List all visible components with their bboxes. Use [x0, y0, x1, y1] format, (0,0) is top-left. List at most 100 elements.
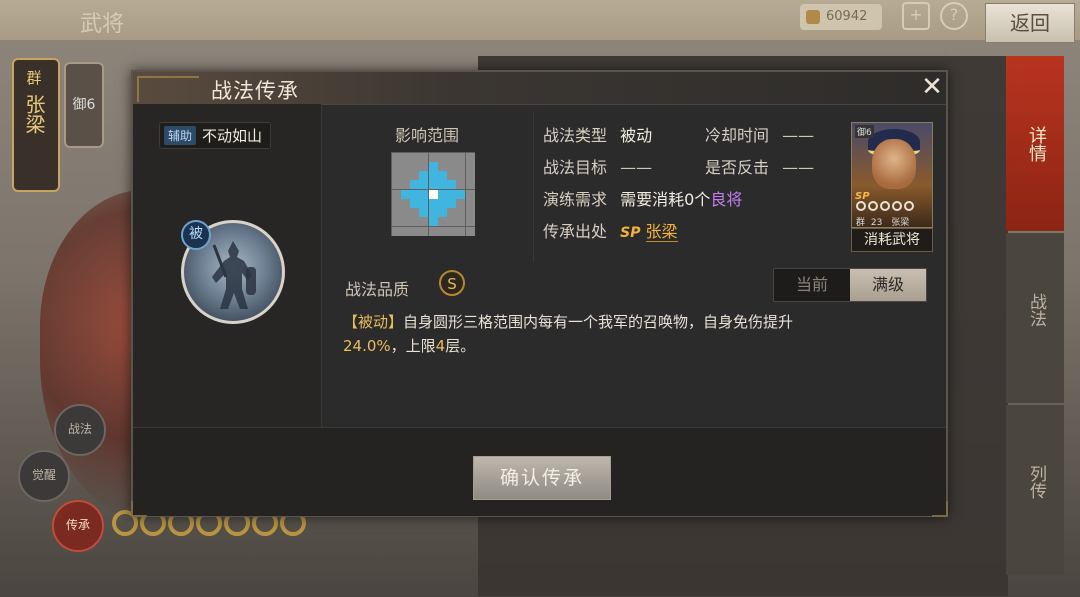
warrior-icon: [212, 241, 256, 309]
close-icon[interactable]: ✕: [920, 74, 944, 100]
star-icon: [868, 201, 878, 211]
range-cell: [410, 171, 419, 180]
range-cell: [456, 198, 466, 208]
star-icon: [880, 201, 890, 211]
range-cell: [410, 152, 419, 162]
tab-details[interactable]: 详情: [1006, 56, 1064, 231]
range-cell: [400, 208, 410, 217]
range-cell: [410, 226, 419, 236]
toggle-max-level[interactable]: 满级: [850, 269, 926, 301]
star-icon: [892, 201, 902, 211]
hero-name-vertical: 群 张梁: [18, 69, 50, 134]
tactic-type-tag: 辅助: [164, 126, 197, 145]
tab-biography-label: 列传: [1026, 465, 1046, 499]
tactic-inherit-dialog: 战法传承 ✕ 辅助 不动如山 被 影响范围 战法类型 被动 冷却时间 —— 战法…: [131, 70, 948, 517]
range-cell: [400, 152, 410, 162]
source-hero-link[interactable]: 张梁: [645, 222, 678, 242]
range-cell: [391, 198, 401, 208]
consumed-hero-caption: 消耗武将: [851, 228, 933, 252]
dialog-header: 战法传承 ✕: [133, 72, 946, 105]
requirement-count: 0: [684, 190, 695, 209]
awaken-side-button[interactable]: 觉醒: [18, 450, 70, 502]
confirm-inherit-button[interactable]: 确认传承: [473, 456, 611, 500]
range-cell: [410, 198, 419, 208]
tactic-side-button[interactable]: 战法: [54, 404, 106, 456]
range-cell: [428, 152, 438, 162]
counter-value: ——: [782, 158, 815, 177]
range-cell: [428, 208, 438, 217]
range-cell: [428, 217, 438, 227]
section-divider: [533, 112, 534, 262]
range-cell: [391, 189, 401, 199]
tab-biography[interactable]: 列传: [1006, 405, 1064, 575]
card-rank: 御6: [855, 125, 874, 138]
counter-label: 是否反击: [705, 158, 770, 177]
range-cell: [419, 198, 429, 208]
range-cell: [437, 208, 447, 217]
range-cell: [447, 189, 456, 199]
range-cell: [465, 152, 475, 162]
tactic-type-label: 战法类型: [543, 126, 608, 145]
card-star-row: [856, 201, 914, 211]
range-cell: [437, 198, 447, 208]
range-cell: [410, 180, 419, 190]
cooldown-row: 冷却时间 ——: [705, 122, 814, 146]
range-cell: [419, 152, 429, 162]
range-cell: [400, 217, 410, 227]
description-value: 24.0%: [343, 337, 391, 355]
description-text-3: 层。: [445, 337, 476, 355]
range-cell: [465, 189, 475, 199]
range-cell: [400, 226, 410, 236]
dialog-footer: 确认传承: [133, 427, 946, 516]
source-row: 传承出处 SP 张梁: [543, 218, 678, 242]
range-cell: [465, 198, 475, 208]
level-toggle: 当前 满级: [773, 268, 927, 302]
range-cell: [456, 189, 466, 199]
range-cell: [456, 180, 466, 190]
card-faction: 群: [856, 218, 866, 228]
cooldown-value: ——: [782, 126, 815, 145]
range-cell: [428, 171, 438, 180]
consumed-hero-card[interactable]: 御6 SP 群 23 张梁: [851, 122, 933, 228]
page-title: 武将: [80, 12, 125, 37]
quality-grade-badge: S: [439, 270, 465, 296]
range-cell: [391, 171, 401, 180]
tactic-description: 【被动】自身圆形三格范围内每有一个我军的召唤物，自身免伤提升 24.0%，上限4…: [343, 310, 903, 358]
range-cell: [400, 180, 410, 190]
range-cell: [391, 161, 401, 171]
tactic-target-value: ——: [620, 158, 653, 177]
faction-badge: 群: [26, 69, 42, 87]
range-cell: [456, 161, 466, 171]
range-cell: [428, 180, 438, 190]
tactic-name: 不动如山: [202, 127, 263, 145]
range-cell: [465, 208, 475, 217]
tab-tactics[interactable]: 战法: [1006, 233, 1064, 403]
range-cell: [391, 208, 401, 217]
back-button[interactable]: 返回: [985, 3, 1075, 43]
range-cell: [428, 161, 438, 171]
range-cell: [400, 161, 410, 171]
range-cell: [447, 208, 456, 217]
range-cell: [391, 152, 401, 162]
level-badge: 御6: [64, 62, 104, 148]
range-cell: [419, 180, 429, 190]
help-button[interactable]: ?: [940, 2, 968, 30]
toggle-current[interactable]: 当前: [774, 269, 850, 301]
requirement-rarity: 良将: [710, 190, 743, 209]
range-cell: [465, 217, 475, 227]
range-cell: [437, 189, 447, 199]
quality-label: 战法品质: [345, 280, 410, 299]
inherit-side-button[interactable]: 传承: [52, 500, 104, 552]
passive-badge: 被: [181, 220, 211, 250]
card-level-row: 群 23 张梁: [856, 215, 909, 228]
star-icon: [904, 201, 914, 211]
star-icon: [856, 201, 866, 211]
range-cell: [410, 217, 419, 227]
range-cell: [465, 180, 475, 190]
add-currency-button[interactable]: +: [902, 2, 930, 30]
card-level: 23: [870, 218, 883, 228]
description-text-1: 自身圆形三格范围内每有一个我军的召唤物，自身免伤提升: [403, 313, 794, 331]
range-cell: [437, 161, 447, 171]
range-cell: [447, 171, 456, 180]
hero-face-icon: [872, 139, 916, 189]
